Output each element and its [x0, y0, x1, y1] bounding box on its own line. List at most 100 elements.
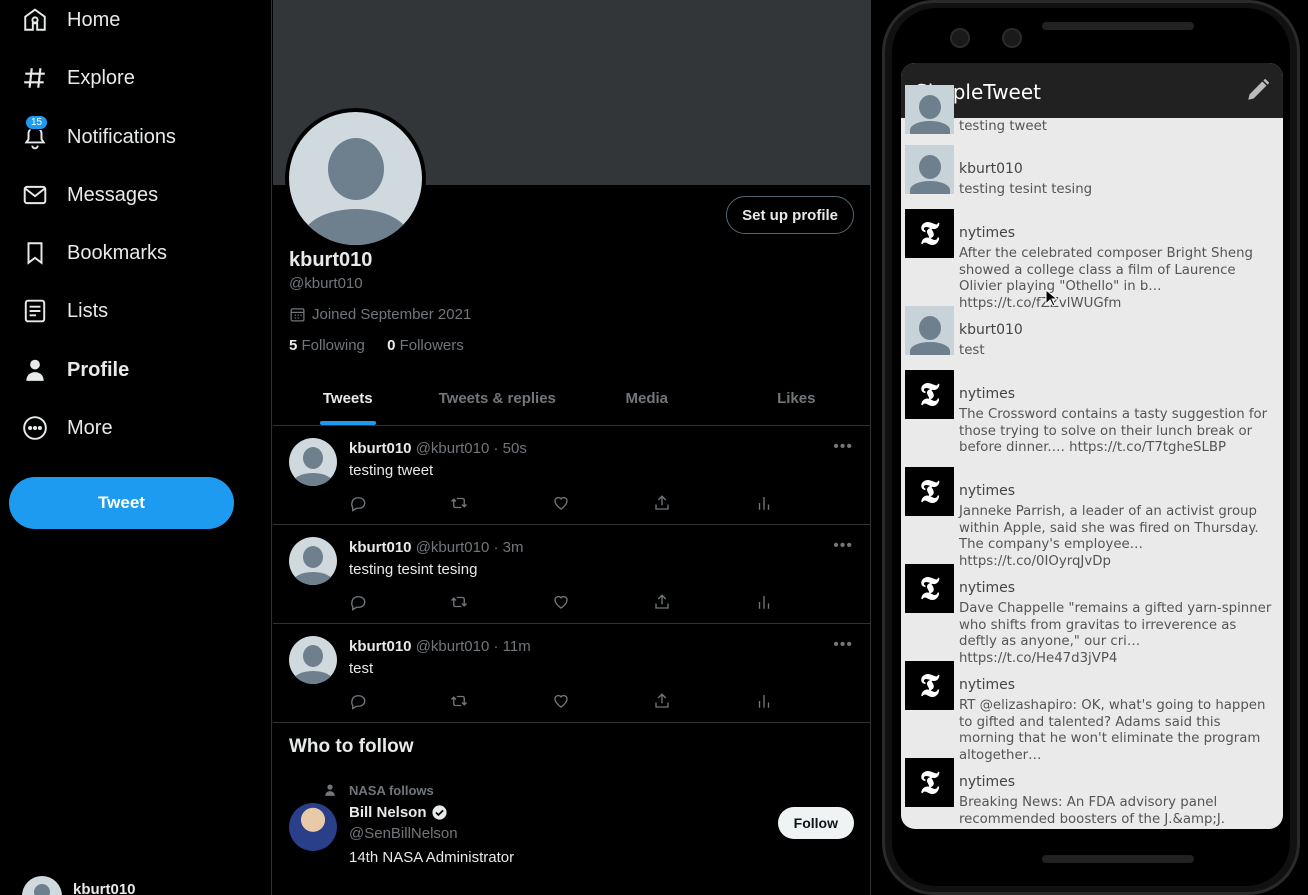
- profile-handle: @kburt010: [289, 275, 363, 292]
- like-icon[interactable]: [552, 593, 570, 611]
- nav-notifications[interactable]: 15 Notifications: [22, 115, 176, 157]
- profile-follow-stats: 5 Following 0 Followers: [289, 337, 464, 354]
- analytics-icon[interactable]: [755, 692, 773, 710]
- feed-text: The Crossword contains a tasty suggestio…: [959, 407, 1268, 455]
- suggested-user-avatar[interactable]: [289, 803, 337, 851]
- tweet-author[interactable]: kburt010: [349, 638, 412, 655]
- notification-badge: 15: [25, 115, 49, 130]
- feed-username: nytimes: [959, 483, 1016, 499]
- nav-bookmarks[interactable]: Bookmarks: [22, 233, 167, 273]
- feed-username: nytimes: [959, 677, 1016, 693]
- feed-avatar[interactable]: [905, 85, 954, 134]
- nyt-logo-icon[interactable]: 𝕿: [905, 209, 954, 258]
- analytics-icon[interactable]: [755, 494, 773, 512]
- nav-lists[interactable]: Lists: [22, 291, 108, 331]
- feed-username: nytimes: [959, 580, 1016, 596]
- tweet-item[interactable]: kburt010 @kburt010 · 50s testing tweet •…: [273, 426, 871, 525]
- reply-icon[interactable]: [349, 494, 367, 512]
- tweet-author[interactable]: kburt010: [349, 440, 412, 457]
- nav-more[interactable]: More: [22, 408, 113, 448]
- feed-text: Dave Chappelle "remains a gifted yarn-sp…: [959, 601, 1272, 666]
- bookmark-icon: [22, 240, 48, 266]
- suggested-user-handle: @SenBillNelson: [349, 825, 458, 842]
- nav-explore[interactable]: Explore: [22, 58, 135, 98]
- left-navigation: Home Explore 15 Notifications Messages B…: [0, 0, 272, 895]
- tweet-text: testing tweet: [349, 462, 434, 479]
- person-icon: [22, 357, 48, 383]
- tweet-avatar[interactable]: [289, 537, 337, 585]
- tweet-header: kburt010 @kburt010 · 3m: [349, 539, 523, 556]
- account-name: kburt010: [73, 880, 136, 895]
- nyt-logo-icon[interactable]: 𝕿: [905, 564, 954, 613]
- feed-text: RT @elizashapiro: OK, what's going to ha…: [959, 698, 1266, 763]
- calendar-icon: [290, 308, 305, 322]
- share-icon[interactable]: [653, 494, 671, 512]
- feed-avatar[interactable]: [905, 145, 954, 194]
- feed-text: After the celebrated composer Bright She…: [959, 246, 1253, 311]
- phone-speaker-top: [1042, 22, 1194, 30]
- retweet-icon[interactable]: [450, 593, 468, 611]
- reply-icon[interactable]: [349, 593, 367, 611]
- tweet-header: kburt010 @kburt010 · 11m: [349, 638, 531, 655]
- setup-profile-button[interactable]: Set up profile: [726, 196, 854, 234]
- share-icon[interactable]: [653, 593, 671, 611]
- hashtag-icon: [22, 65, 48, 91]
- profile-joined-text: Joined September 2021: [312, 306, 472, 323]
- more-icon[interactable]: •••: [833, 537, 853, 555]
- front-camera: [950, 28, 970, 48]
- tab-media[interactable]: Media: [572, 372, 722, 425]
- tweet-item[interactable]: kburt010 @kburt010 · 3m testing tesint t…: [273, 525, 871, 624]
- following-link[interactable]: 5 Following: [289, 337, 365, 354]
- bell-icon: 15: [22, 115, 49, 150]
- more-icon[interactable]: •••: [833, 636, 853, 654]
- nav-home[interactable]: Home: [22, 0, 120, 40]
- nyt-logo-icon[interactable]: 𝕿: [905, 370, 954, 419]
- nav-lists-label: Lists: [67, 299, 109, 322]
- tab-tweets-replies[interactable]: Tweets & replies: [423, 372, 573, 425]
- tweet-author[interactable]: kburt010: [349, 539, 412, 556]
- nav-explore-label: Explore: [67, 66, 135, 89]
- suggested-user-name[interactable]: Bill Nelson: [349, 804, 448, 821]
- tweet-button[interactable]: Tweet: [9, 477, 234, 529]
- feed-text: Breaking News: An FDA advisory panel rec…: [959, 795, 1226, 827]
- retweet-icon[interactable]: [450, 692, 468, 710]
- more-icon[interactable]: •••: [833, 438, 853, 456]
- feed-avatar[interactable]: [905, 306, 954, 355]
- nav-home-label: Home: [67, 8, 121, 31]
- feed-text: test: [959, 343, 985, 358]
- like-icon[interactable]: [552, 494, 570, 512]
- nav-bookmarks-label: Bookmarks: [67, 241, 168, 264]
- feed-username: nytimes: [959, 386, 1016, 402]
- envelope-icon: [22, 182, 48, 208]
- profile-avatar[interactable]: [285, 108, 426, 249]
- retweet-icon[interactable]: [450, 494, 468, 512]
- nav-messages[interactable]: Messages: [22, 175, 158, 215]
- tweet-text: test: [349, 660, 374, 677]
- nyt-logo-icon[interactable]: 𝕿: [905, 758, 954, 807]
- feed-username: kburt010: [959, 161, 1023, 177]
- nyt-logo-icon[interactable]: 𝕿: [905, 661, 954, 710]
- tweet-meta: @kburt010 · 11m: [415, 638, 531, 655]
- nav-profile-label: Profile: [67, 358, 130, 381]
- tweet-item[interactable]: kburt010 @kburt010 · 11m test •••: [273, 624, 871, 723]
- nav-more-label: More: [67, 416, 113, 439]
- profile-joined: Joined September 2021: [289, 306, 471, 323]
- account-switcher[interactable]: kburt010: [22, 876, 136, 895]
- tweet-meta: @kburt010 · 3m: [415, 539, 524, 556]
- analytics-icon[interactable]: [755, 593, 773, 611]
- tweet-avatar[interactable]: [289, 438, 337, 486]
- reply-icon[interactable]: [349, 692, 367, 710]
- share-icon[interactable]: [653, 692, 671, 710]
- feed-text: testing tweet: [959, 119, 1047, 134]
- nyt-logo-icon[interactable]: 𝕿: [905, 467, 954, 516]
- followers-link[interactable]: 0 Followers: [387, 337, 464, 354]
- tab-likes[interactable]: Likes: [722, 372, 872, 425]
- like-icon[interactable]: [552, 692, 570, 710]
- compose-pencil-icon[interactable]: [1245, 77, 1271, 103]
- app-bar: SimpleTweet: [901, 63, 1283, 118]
- follow-button[interactable]: Follow: [777, 807, 854, 839]
- person-icon: [325, 784, 335, 796]
- nav-profile[interactable]: Profile: [22, 350, 129, 390]
- tab-tweets[interactable]: Tweets: [273, 372, 423, 425]
- tweet-avatar[interactable]: [289, 636, 337, 684]
